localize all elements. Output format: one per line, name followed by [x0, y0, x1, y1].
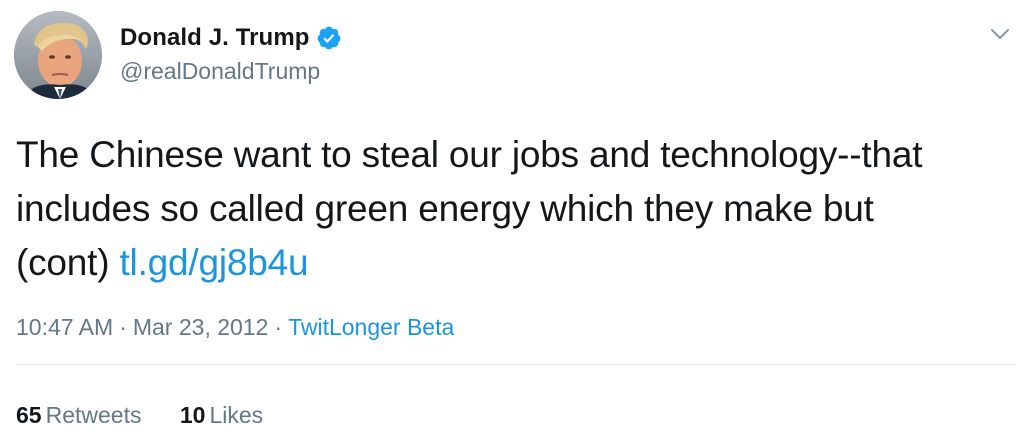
author-name-row: Donald J. Trump	[120, 22, 342, 54]
divider	[16, 364, 1016, 365]
retweets-count: 65	[16, 402, 42, 428]
author-handle[interactable]: @realDonaldTrump	[120, 58, 320, 85]
retweets-label: Retweets	[45, 402, 142, 428]
tweet-text: The Chinese want to steal our jobs and t…	[16, 128, 1006, 290]
tweet-text-line: The Chinese want to steal our jobs and t…	[16, 134, 923, 175]
tweet-text-line: (cont) tl.gd/gj8b4u	[16, 236, 1006, 290]
likes-label: Likes	[209, 402, 264, 428]
tweet-text-line: includes so called green energy which th…	[16, 188, 874, 229]
likes-count: 10	[179, 402, 206, 428]
verified-badge-icon	[316, 25, 342, 51]
likes-stat[interactable]: 10 Likes	[180, 402, 263, 429]
avatar-photo	[14, 11, 102, 99]
avatar[interactable]	[14, 11, 102, 99]
meta-separator: ·	[119, 314, 127, 340]
chevron-down-icon[interactable]	[988, 22, 1012, 46]
tweet-card: Donald J. Trump @realDonaldTrump The Chi…	[0, 0, 1024, 443]
meta-separator: ·	[274, 314, 283, 340]
tweet-text-fragment: (cont)	[16, 242, 120, 283]
retweets-stat[interactable]: 65 Retweets	[16, 402, 141, 429]
tweet-stats: 65 Retweets 10 Likes	[16, 402, 295, 429]
tweet-time[interactable]: 10:47 AM	[16, 314, 113, 340]
tweet-source-link[interactable]: TwitLonger Beta	[288, 314, 454, 340]
tweet-date[interactable]: Mar 23, 2012	[133, 314, 269, 340]
display-name[interactable]: Donald J. Trump	[120, 24, 310, 52]
tweet-link[interactable]: tl.gd/gj8b4u	[119, 242, 308, 283]
tweet-meta: 10:47 AM · Mar 23, 2012 · TwitLonger Beta	[16, 314, 454, 341]
